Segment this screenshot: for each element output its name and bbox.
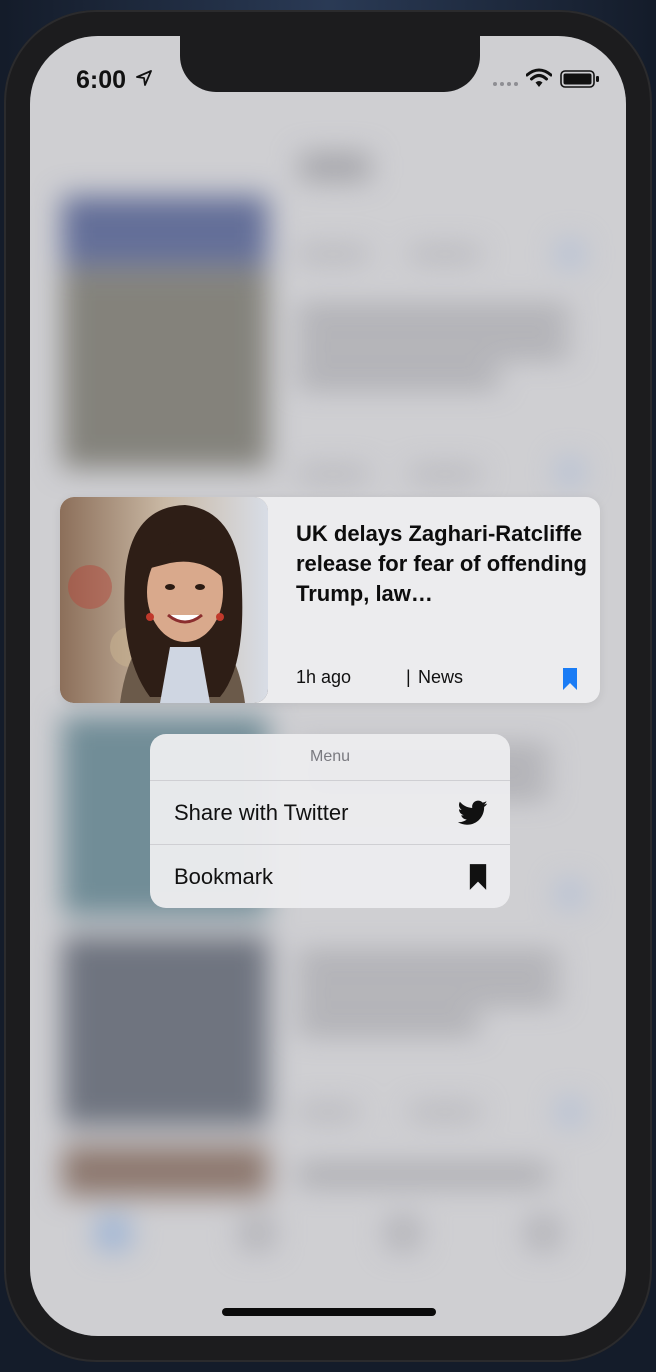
- menu-header: Menu: [150, 734, 510, 781]
- menu-item-bookmark[interactable]: Bookmark: [150, 844, 510, 908]
- home-indicator[interactable]: [222, 1308, 436, 1316]
- menu-item-label: Bookmark: [174, 864, 274, 889]
- portrait-image: [60, 497, 268, 703]
- location-arrow-icon: [136, 70, 152, 86]
- cellular-signal-icon: [493, 82, 518, 86]
- wifi-icon: [526, 68, 552, 87]
- article-preview-card[interactable]: UK delays Zaghari-Ratcliffe release for …: [60, 497, 600, 703]
- phone-screen: 6:00 UK delays Zaghari-Ratcliffe release…: [30, 36, 626, 1336]
- article-category: News: [418, 667, 464, 687]
- battery-icon: [560, 70, 599, 88]
- twitter-icon: [458, 800, 488, 825]
- bookmark-icon: [469, 863, 487, 890]
- menu-item-share-twitter[interactable]: Share with Twitter: [150, 781, 510, 844]
- phone-frame: 6:00 UK delays Zaghari-Ratcliffe release…: [4, 10, 652, 1362]
- article-time-ago: 1h ago: [296, 667, 352, 687]
- notch: [180, 36, 480, 92]
- article-thumbnail: [60, 497, 268, 703]
- article-title: UK delays Zaghari-Ratcliffe release for …: [296, 521, 587, 606]
- meta-separator: |: [406, 667, 411, 687]
- menu-item-label: Share with Twitter: [174, 800, 349, 825]
- status-time: 6:00: [76, 66, 127, 94]
- context-menu: Menu Share with Twitter Bookmark: [150, 734, 510, 908]
- bookmark-icon[interactable]: [562, 667, 578, 691]
